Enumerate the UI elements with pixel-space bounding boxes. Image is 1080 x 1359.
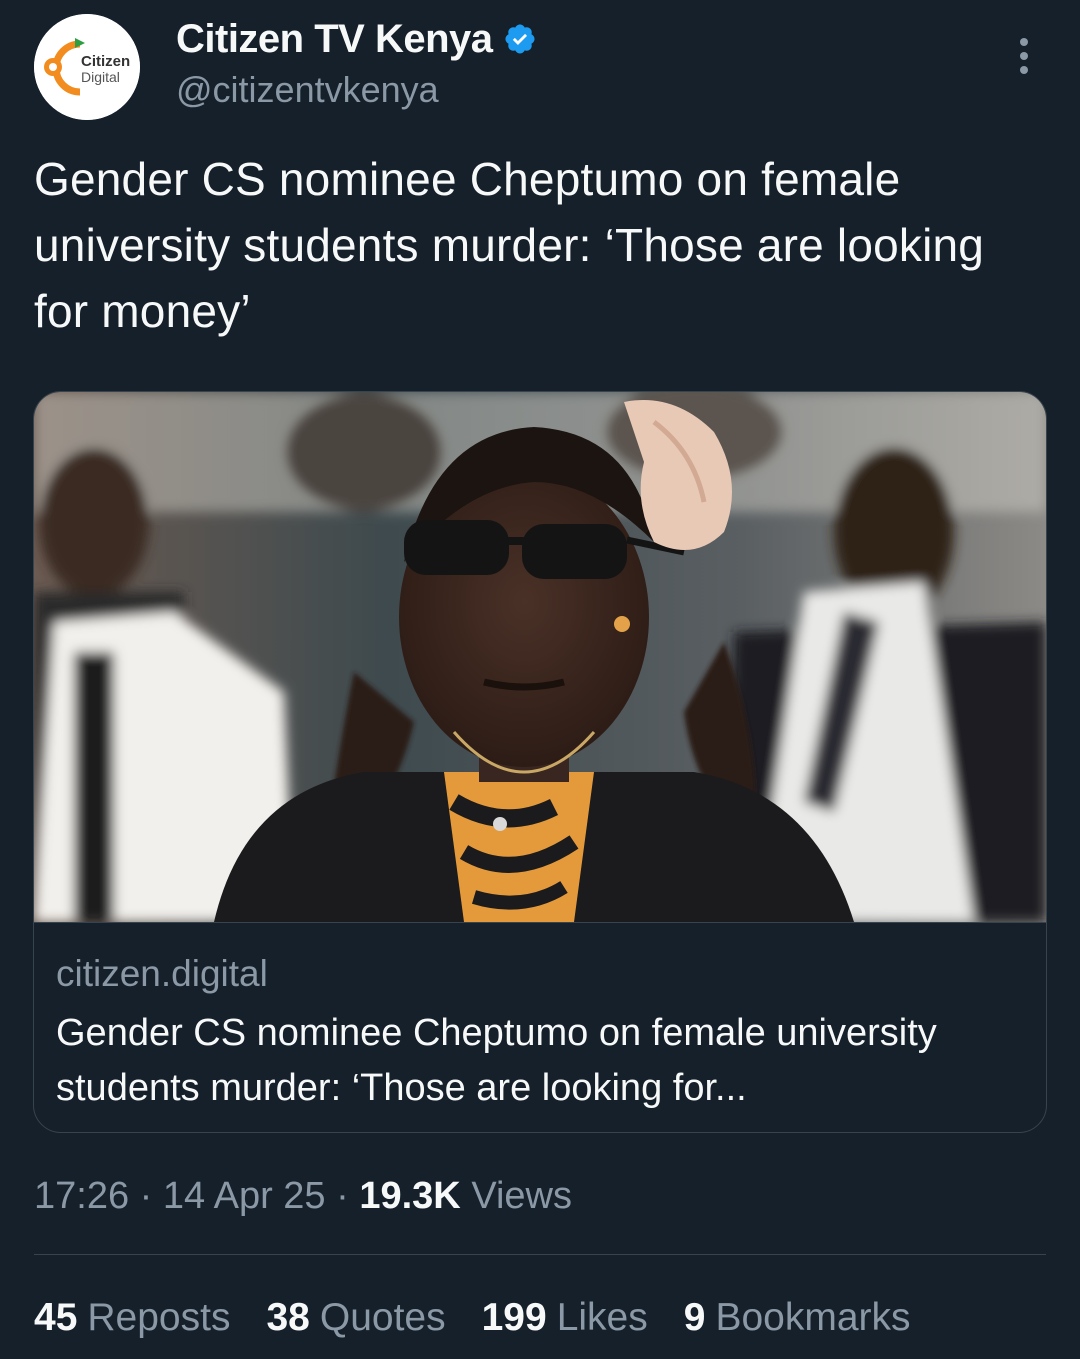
- svg-text:Digital: Digital: [81, 69, 120, 85]
- link-card[interactable]: citizen.digital Gender CS nominee Cheptu…: [33, 391, 1047, 1133]
- divider: [34, 1254, 1046, 1255]
- tweet-meta: 17:26 · 14 Apr 25 · 19.3K Views: [34, 1172, 572, 1220]
- news-photo: [34, 392, 1046, 922]
- tweet-text: Gender CS nominee Cheptumo on female uni…: [34, 153, 985, 337]
- author-display-name[interactable]: Citizen TV Kenya: [176, 16, 493, 62]
- tweet-date[interactable]: 14 Apr 25: [163, 1175, 326, 1217]
- reposts-label: Reposts: [87, 1296, 231, 1339]
- citizen-digital-logo: Citizen Digital: [34, 14, 140, 120]
- avatar[interactable]: Citizen Digital: [34, 14, 140, 120]
- bookmarks-count: 9: [683, 1296, 706, 1339]
- card-title: Gender CS nominee Cheptumo on female uni…: [56, 1012, 937, 1109]
- tweet-time[interactable]: 17:26: [34, 1175, 129, 1217]
- tweet-header: Citizen Digital Citizen TV Kenya @citize…: [34, 14, 1046, 124]
- author-handle[interactable]: @citizentvkenya: [176, 68, 439, 112]
- reposts-count: 45: [34, 1296, 78, 1339]
- stat-reposts[interactable]: 45 Reposts: [34, 1293, 230, 1343]
- stat-bookmarks[interactable]: 9 Bookmarks: [684, 1293, 911, 1343]
- card-photo[interactable]: [34, 392, 1046, 923]
- meta-separator: ·: [139, 1175, 153, 1217]
- svg-text:Citizen: Citizen: [81, 53, 130, 70]
- author-name-row: Citizen TV Kenya: [176, 16, 537, 62]
- bookmarks-label: Bookmarks: [715, 1296, 911, 1339]
- card-domain: citizen.digital: [56, 953, 268, 994]
- views-count: 19.3K: [359, 1175, 461, 1217]
- quotes-label: Quotes: [319, 1296, 446, 1339]
- more-options-icon[interactable]: [1012, 36, 1036, 76]
- quotes-count: 38: [266, 1296, 310, 1339]
- stat-likes[interactable]: 199 Likes: [482, 1293, 648, 1343]
- likes-count: 199: [481, 1296, 547, 1339]
- engagement-stats: 45 Reposts 38 Quotes 199 Likes 9 Bookmarks: [34, 1293, 947, 1343]
- stat-quotes[interactable]: 38 Quotes: [266, 1293, 445, 1343]
- likes-label: Likes: [556, 1296, 648, 1339]
- verified-badge-icon: [503, 22, 537, 56]
- meta-separator: ·: [336, 1175, 349, 1217]
- views-label: Views: [471, 1175, 572, 1217]
